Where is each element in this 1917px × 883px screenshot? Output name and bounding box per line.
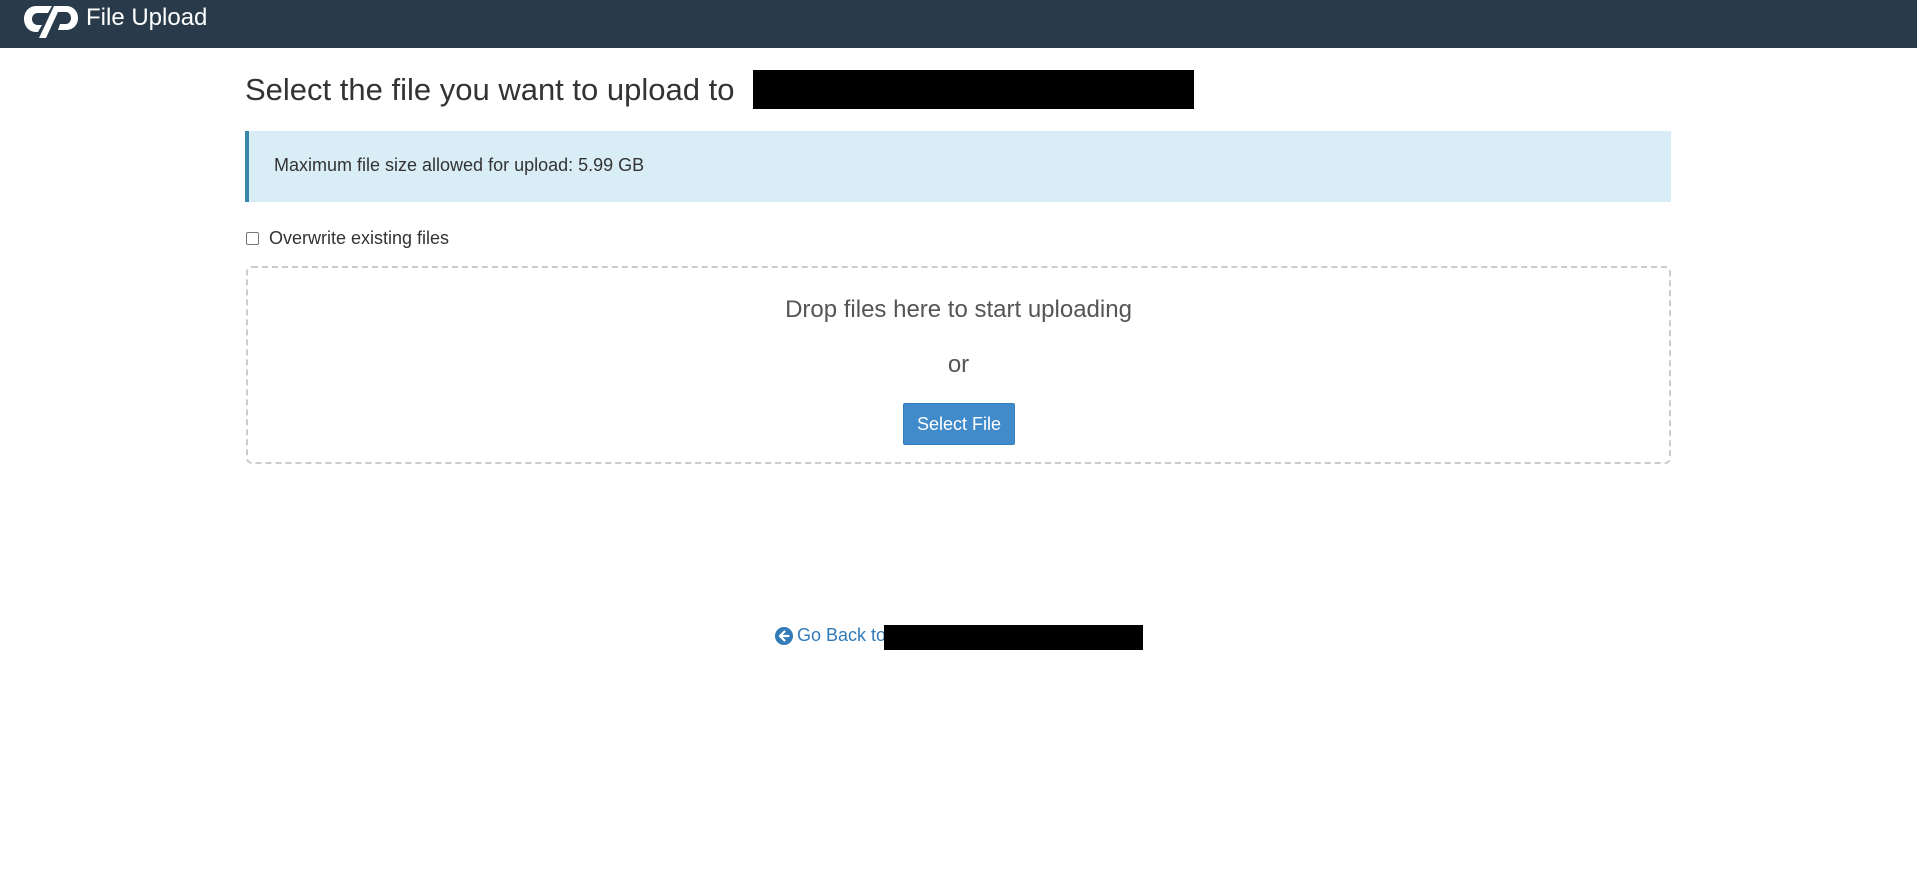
cpanel-logo-icon[interactable] — [22, 0, 80, 38]
overwrite-checkbox[interactable] — [246, 232, 259, 245]
or-text: or — [947, 351, 970, 378]
arrow-circle-left-icon — [775, 626, 793, 645]
max-size-info-text: Maximum file size allowed for upload: 5.… — [274, 155, 645, 175]
app-title: File Upload — [86, 4, 208, 31]
redacted-path — [753, 70, 1194, 109]
overwrite-label[interactable]: Overwrite existing files — [269, 228, 449, 249]
page-title: Select the file you want to upload to — [245, 72, 735, 107]
file-dropzone[interactable]: Drop files here to start uploading or Se… — [246, 266, 1671, 464]
max-size-info-alert: Maximum file size allowed for upload: 5.… — [245, 131, 1671, 202]
drop-files-text: Drop files here to start uploading — [785, 296, 1132, 323]
go-back-label[interactable]: Go Back to — [797, 625, 886, 646]
top-bar: File Upload — [0, 0, 1917, 48]
redacted-go-back-target — [884, 625, 1143, 650]
go-back-link[interactable]: Go Back to — [775, 625, 886, 646]
select-file-button[interactable]: Select File — [903, 403, 1015, 445]
overwrite-option[interactable]: Overwrite existing files — [246, 228, 449, 249]
